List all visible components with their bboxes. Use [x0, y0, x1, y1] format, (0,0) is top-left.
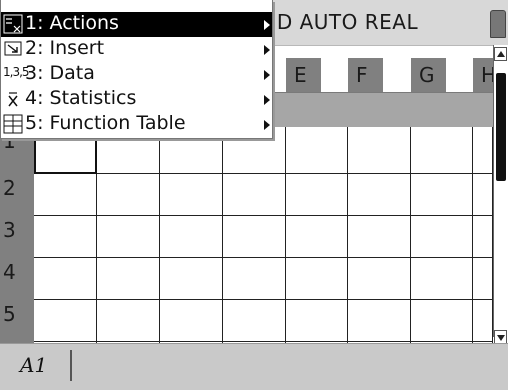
cell-b4[interactable] — [97, 258, 160, 300]
cell-a2[interactable] — [34, 174, 97, 216]
cell-g4[interactable] — [411, 258, 473, 300]
cell-h2[interactable] — [473, 174, 493, 216]
battery-icon — [490, 10, 506, 38]
column-header-f[interactable]: F — [348, 58, 383, 92]
cell-f2[interactable] — [348, 174, 411, 216]
cell-a3[interactable] — [34, 216, 97, 258]
cell-h1[interactable] — [473, 127, 493, 174]
cell-e5[interactable] — [286, 300, 348, 342]
cell-a5[interactable] — [34, 300, 97, 342]
cell-d3[interactable] — [223, 216, 286, 258]
data-icon: 1,3,5 — [3, 65, 30, 79]
cell-g3[interactable] — [411, 216, 473, 258]
cell-b5[interactable] — [97, 300, 160, 342]
cell-e2[interactable] — [286, 174, 348, 216]
cell-h4[interactable] — [473, 258, 493, 300]
cell-reference-field[interactable]: A1 — [10, 350, 72, 381]
menu-item-data[interactable]: 1,3,5 3: Data — [1, 62, 272, 87]
cell-c2[interactable] — [160, 174, 223, 216]
cell-e1[interactable] — [286, 127, 348, 174]
column-header-e[interactable]: E — [286, 58, 321, 92]
actions-menu: 1: Actions 2: Insert 1,3,5 3: Data 4: St… — [0, 0, 273, 139]
scroll-down-arrow-icon[interactable] — [494, 330, 507, 344]
cell-c4[interactable] — [160, 258, 223, 300]
cell-b3[interactable] — [97, 216, 160, 258]
submenu-arrow-icon — [264, 70, 270, 80]
menu-item-actions[interactable]: 1: Actions — [1, 12, 272, 37]
cell-h5[interactable] — [473, 300, 493, 342]
cell-f3[interactable] — [348, 216, 411, 258]
cell-d5[interactable] — [223, 300, 286, 342]
menu-item-insert[interactable]: 2: Insert — [1, 37, 272, 62]
insert-icon — [4, 41, 22, 56]
cell-c3[interactable] — [160, 216, 223, 258]
scroll-thumb[interactable] — [496, 73, 506, 181]
cell-f5[interactable] — [348, 300, 411, 342]
cell-h3[interactable] — [473, 216, 493, 258]
column-header-h[interactable]: H — [473, 58, 496, 92]
menu-item-function-table[interactable]: 5: Function Table — [1, 112, 272, 137]
actions-icon — [3, 14, 23, 34]
column-header-g[interactable]: G — [411, 58, 446, 92]
cell-b2[interactable] — [97, 174, 160, 216]
cell-e4[interactable] — [286, 258, 348, 300]
spreadsheet-screen: .D AUTO REAL E F G H 1 2 3 4 5 A1 1: Act… — [0, 0, 508, 390]
cell-d4[interactable] — [223, 258, 286, 300]
row-header-3[interactable]: 3 — [0, 216, 34, 258]
submenu-arrow-icon — [264, 95, 270, 105]
entry-line-bar: A1 — [0, 343, 508, 390]
vertical-scrollbar[interactable] — [493, 45, 508, 344]
function-table-icon — [3, 114, 23, 134]
submenu-arrow-icon — [264, 45, 270, 55]
cell-g5[interactable] — [411, 300, 473, 342]
submenu-arrow-icon — [264, 20, 270, 30]
cell-c5[interactable] — [160, 300, 223, 342]
scroll-up-arrow-icon[interactable] — [494, 47, 507, 61]
mode-status-text: .D AUTO REAL — [270, 10, 419, 34]
row-header-4[interactable]: 4 — [0, 258, 34, 300]
cell-d2[interactable] — [223, 174, 286, 216]
cell-f4[interactable] — [348, 258, 411, 300]
row-header-5[interactable]: 5 — [0, 300, 34, 342]
cell-e3[interactable] — [286, 216, 348, 258]
submenu-arrow-icon — [264, 120, 270, 130]
menu-item-statistics[interactable]: 4: Statistics — [1, 87, 272, 112]
cell-g1[interactable] — [411, 127, 473, 174]
cell-f1[interactable] — [348, 127, 411, 174]
row-header-2[interactable]: 2 — [0, 174, 34, 216]
cell-a4[interactable] — [34, 258, 97, 300]
statistics-icon — [8, 92, 18, 107]
cell-g2[interactable] — [411, 174, 473, 216]
